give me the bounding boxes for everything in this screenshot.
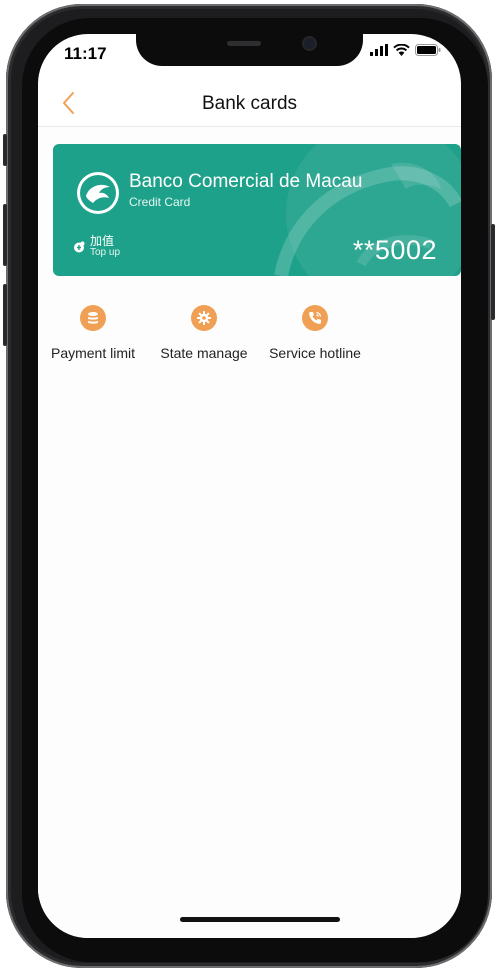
bank-logo-icon xyxy=(77,172,119,214)
topup-label-en: Top up xyxy=(90,247,121,258)
home-indicator[interactable] xyxy=(180,917,340,922)
card-number: **5002 xyxy=(352,235,437,265)
mute-switch xyxy=(3,134,7,166)
nav-bar: Bank cards xyxy=(38,82,461,127)
topup-icon xyxy=(74,241,85,253)
volume-down-button xyxy=(3,284,7,346)
phone-icon xyxy=(302,305,328,331)
main-content: Banco Comercial de Macau Credit Card 加值 … xyxy=(38,127,461,938)
topup-button[interactable]: 加值 Top up xyxy=(73,234,121,258)
state-manage-button[interactable]: State manage xyxy=(154,305,254,361)
volume-up-button xyxy=(3,204,7,266)
payment-limit-button[interactable]: Payment limit xyxy=(42,305,144,361)
signal-icon xyxy=(370,44,388,56)
bank-card[interactable]: Banco Comercial de Macau Credit Card 加值 … xyxy=(53,144,461,276)
status-icons xyxy=(370,44,441,56)
wifi-icon xyxy=(393,44,410,56)
topup-label-cn: 加值 xyxy=(90,234,115,248)
action-label: Payment limit xyxy=(50,345,136,361)
bank-name: Banco Comercial de Macau xyxy=(129,171,363,192)
service-hotline-button[interactable]: Service hotline xyxy=(260,305,370,361)
action-label: Service hotline xyxy=(269,345,361,361)
power-button xyxy=(491,224,495,320)
action-row: Payment limit State manage Service hotli… xyxy=(38,305,461,365)
status-time: 11:17 xyxy=(64,44,107,63)
screen: 11:17 Bank cards Banco Comercial de Maca… xyxy=(38,34,461,938)
camera xyxy=(304,38,315,49)
gear-icon xyxy=(191,305,217,331)
page-title: Bank cards xyxy=(201,93,298,114)
card-type: Credit Card xyxy=(129,195,191,209)
speaker xyxy=(227,41,261,46)
battery-icon xyxy=(415,44,441,56)
notch xyxy=(136,34,363,66)
action-label: State manage xyxy=(160,345,248,361)
database-icon xyxy=(80,305,106,331)
